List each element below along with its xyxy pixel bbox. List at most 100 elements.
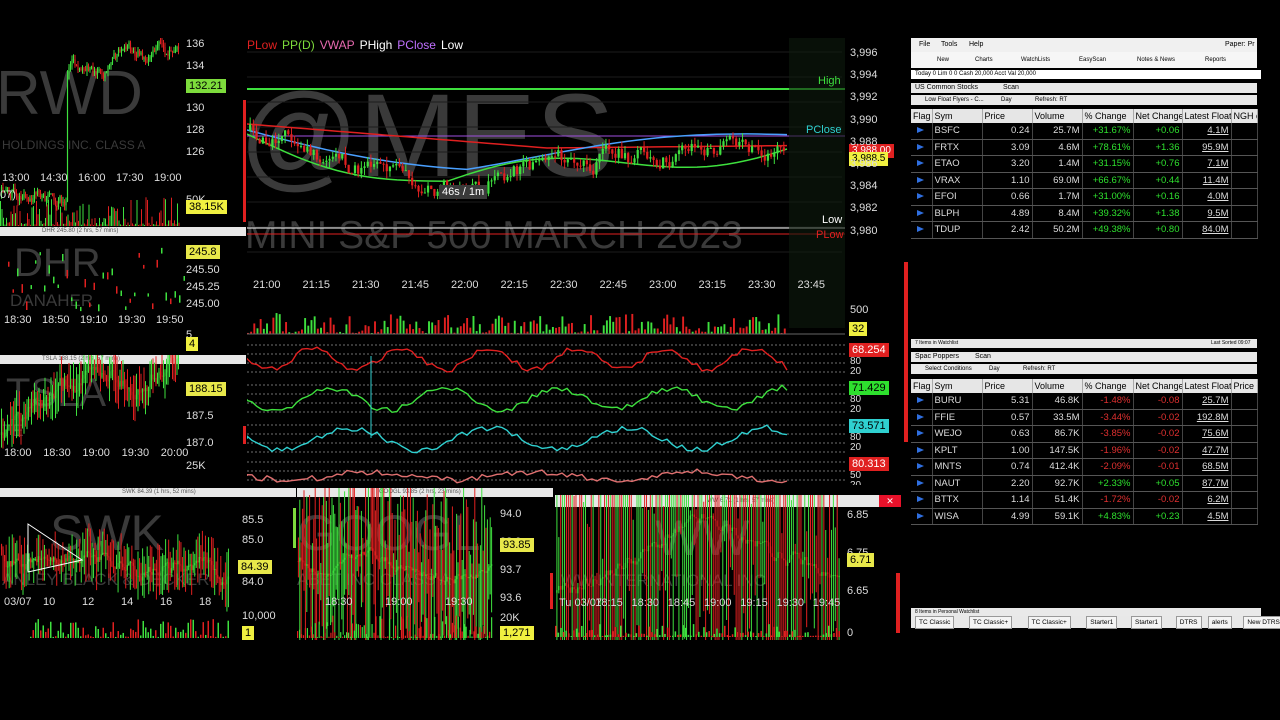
table2-col-latest-float[interactable]: Latest Float <box>1182 379 1232 393</box>
table-row[interactable]: KPLT 1.00 147.5K -1.96% -0.02 47.7M <box>911 442 1258 459</box>
googl-volume-bar <box>475 626 477 638</box>
charts-button[interactable]: Charts <box>975 57 993 63</box>
flag-icon[interactable] <box>917 512 924 519</box>
swk-candle <box>214 569 216 571</box>
rwd-price-chart[interactable] <box>0 38 244 226</box>
rwd-volume-bar <box>9 222 10 226</box>
main-chart-scrollbar[interactable] <box>904 262 908 442</box>
main-volume-bar <box>532 320 535 334</box>
chart-panel-ww[interactable]: WW 6.71 (1 hrs, 57 mins) ✕ WW WW INTERNA… <box>555 495 901 640</box>
tab-dtrs[interactable]: DTRS <box>1175 616 1202 629</box>
table-row[interactable]: WEJO 0.63 86.7K -3.85% -0.02 75.6M <box>911 425 1258 443</box>
table2-col-sym[interactable]: Sym <box>932 379 983 393</box>
table1-col-volume[interactable]: Volume <box>1032 109 1083 123</box>
menu-file[interactable]: File <box>919 41 930 48</box>
table-row[interactable]: NAUT 2.20 92.7K +2.33% +0.05 87.7M <box>911 475 1258 492</box>
tab-starter1[interactable]: Starter1 <box>1131 616 1163 629</box>
section1-scan[interactable]: Scan <box>1003 83 1019 93</box>
table2-col-price[interactable]: Price <box>982 379 1033 393</box>
rwd-left-label: 07) <box>0 189 16 201</box>
flag-icon[interactable] <box>917 496 924 503</box>
ww-volume-bar <box>718 633 721 637</box>
table-row[interactable]: MNTS 0.74 412.4K -2.09% -0.01 68.5M <box>911 458 1258 476</box>
flag-icon[interactable] <box>917 193 924 200</box>
watchlists-button[interactable]: WatchLists <box>1021 57 1050 63</box>
main-candle <box>398 163 401 167</box>
flag-icon[interactable] <box>917 413 924 420</box>
table2-col-net-change[interactable]: Net Change <box>1133 379 1183 393</box>
chart-panel-swk[interactable]: SWK 84.39 (1 hrs, 52 mins) SWK ANLEY BLA… <box>0 488 296 640</box>
flag-icon[interactable] <box>917 160 924 167</box>
section2-scan[interactable]: Scan <box>975 352 991 362</box>
table-row[interactable]: WISA 4.99 59.1K +4.83% +0.23 4.5M <box>911 508 1258 525</box>
tab-tc-classic-[interactable]: TC Classic+ <box>969 616 1013 629</box>
table-row[interactable]: FFIE 0.57 33.5M -3.44% -0.02 192.8M <box>911 409 1258 426</box>
flag-icon[interactable] <box>917 446 924 453</box>
table1-col-net-change[interactable]: Net Change <box>1133 109 1183 123</box>
table-row[interactable]: VRAX 1.10 69.0M +66.67% +0.44 11.4M <box>911 172 1258 189</box>
table1-col-latest-float[interactable]: Latest Float <box>1182 109 1232 123</box>
table-row[interactable]: FRTX 3.09 4.6M +78.61% +1.36 95.9M <box>911 139 1258 156</box>
table-row[interactable]: BTTX 1.14 51.4K -1.72% -0.02 6.2M <box>911 491 1258 509</box>
table1-col-ngh-of[interactable]: NGH of <box>1231 109 1258 123</box>
menu-help[interactable]: Help <box>969 41 983 48</box>
axis-tick: 85.5 <box>242 514 264 526</box>
section2-period[interactable]: Day <box>989 364 1000 374</box>
rwd-volume-bar <box>36 200 37 226</box>
ww-volume-bar <box>596 634 599 637</box>
menu-tools[interactable]: Tools <box>941 41 957 48</box>
chart-panel-rwd[interactable]: RWD HOLDINGS INC. CLASS A 136 134 130 128 12… <box>0 38 244 226</box>
tab-tc-classic-[interactable]: TC Classic+ <box>1027 616 1071 629</box>
table-row[interactable]: BSFC 0.24 25.7M +31.67% +0.06 4.1M <box>911 123 1258 140</box>
tab-alerts[interactable]: alerts <box>1207 616 1232 629</box>
section1-period[interactable]: Day <box>1001 95 1012 105</box>
notes-news-button[interactable]: Notes & News <box>1137 57 1175 63</box>
section2-title[interactable]: Spac Poppers <box>915 352 959 362</box>
main-chart-panel[interactable]: @MES MINI S&P 500 MARCH 2023 PLowPP(D)VW… <box>247 38 908 485</box>
main-price-chart[interactable] <box>247 38 908 485</box>
googl-candle <box>409 566 411 568</box>
table1-col-flag[interactable]: Flag <box>911 109 933 123</box>
tab-new-dtrs-info[interactable]: New DTRS Info <box>1243 616 1280 629</box>
chart-panel-googl[interactable]: GOOGL 93.85 (2 hrs, 23 mins) GOOGL ABET … <box>297 488 553 640</box>
table-row[interactable]: ETAO 3.20 1.4M +31.15% +0.76 7.1M <box>911 155 1258 173</box>
rwd-candle <box>47 194 49 199</box>
flag-icon[interactable] <box>917 397 924 404</box>
tab-tc-classic[interactable]: TC Classic <box>915 616 955 629</box>
flag-icon[interactable] <box>917 479 924 486</box>
flag-icon[interactable] <box>917 127 924 134</box>
flag-icon[interactable] <box>917 209 924 216</box>
flag-icon[interactable] <box>917 430 924 437</box>
table-row[interactable]: BLPH 4.89 8.4M +39.32% +1.38 9.5M <box>911 205 1258 222</box>
table1-col--change[interactable]: % Change <box>1082 109 1134 123</box>
chart-panel-dhr[interactable]: DHR 245.80 (2 hrs, 57 mins) DHR DANAHER … <box>0 227 246 352</box>
easyscan-button[interactable]: EasyScan <box>1079 57 1106 63</box>
table-row[interactable]: TDUP 2.42 50.2M +49.38% +0.80 84.0M <box>911 221 1258 239</box>
new-button[interactable]: New <box>937 57 949 63</box>
section1-title[interactable]: US Common Stocks <box>915 83 978 93</box>
tab-starter1[interactable]: Starter1 <box>1086 616 1118 629</box>
flag-icon[interactable] <box>917 226 924 233</box>
flag-icon[interactable] <box>917 176 924 183</box>
table-row[interactable]: EFOI 0.66 1.7M +31.00% +0.16 4.0M <box>911 188 1258 206</box>
flag-icon[interactable] <box>917 463 924 470</box>
table2-col-volume[interactable]: Volume <box>1032 379 1083 393</box>
chart-panel-tsla[interactable]: TSLA 188.15 (2 hrs, 57 mins) TSLA TE 187… <box>0 355 246 485</box>
reports-button[interactable]: Reports <box>1205 57 1226 63</box>
table1-col-price[interactable]: Price <box>982 109 1033 123</box>
rwd-volume-bar <box>85 224 87 226</box>
table2-col-flag[interactable]: Flag <box>911 379 933 393</box>
section2-refresh[interactable]: Refresh: RT <box>1023 364 1055 374</box>
googl-candle <box>450 577 452 579</box>
tsla-candle <box>128 388 130 390</box>
flag-icon[interactable] <box>917 143 924 150</box>
section1-filter[interactable]: Low Float Flyers - C... <box>925 95 984 105</box>
main-volume-bar <box>777 314 780 334</box>
ww-candle <box>838 575 840 578</box>
table2-col-price-ov[interactable]: Price Ov <box>1231 379 1258 393</box>
table1-col-sym[interactable]: Sym <box>932 109 983 123</box>
table2-col--change[interactable]: % Change <box>1082 379 1134 393</box>
table-row[interactable]: BURU 5.31 46.8K -1.48% -0.08 25.7M <box>911 393 1258 410</box>
section1-refresh[interactable]: Refresh: RT <box>1035 95 1067 105</box>
section2-filter[interactable]: Select Conditions <box>925 364 972 374</box>
